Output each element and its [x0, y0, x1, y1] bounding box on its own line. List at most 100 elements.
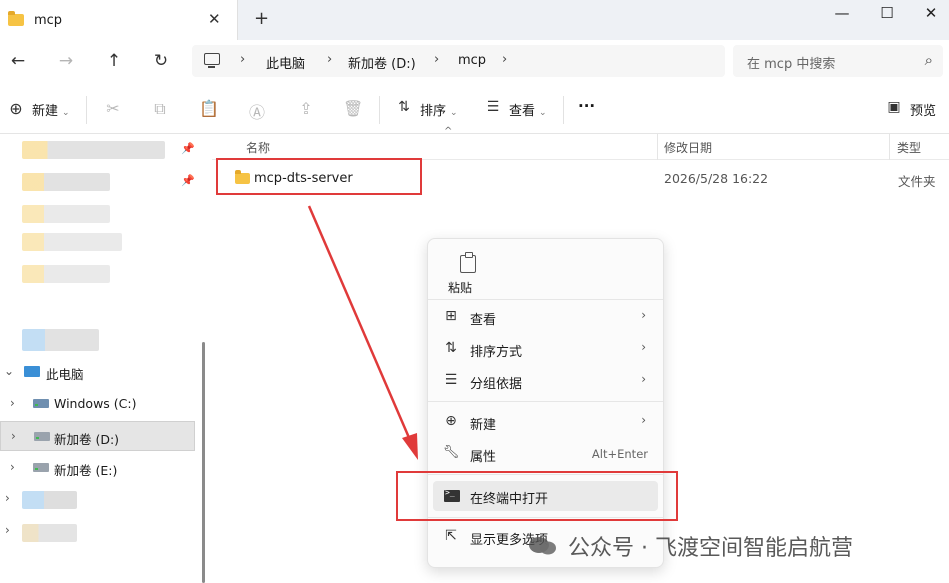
new-button[interactable]: 新建 ⌄: [32, 100, 70, 119]
chevron-right-icon: ›: [641, 413, 646, 427]
sidebar-item-drive-c[interactable]: › Windows (C:): [0, 389, 195, 419]
chevron-right-icon[interactable]: ›: [10, 396, 15, 410]
view-button[interactable]: 查看 ⌄: [509, 100, 547, 119]
column-header-type[interactable]: 类型: [897, 139, 921, 156]
plus-circle-icon: ⊕: [9, 99, 23, 118]
chevron-right-icon[interactable]: ›: [5, 523, 10, 537]
chevron-right-icon[interactable]: ›: [327, 52, 332, 67]
sidebar-item-label: 新加卷 (E:): [54, 463, 118, 478]
sort-button[interactable]: 排序 ⌄: [420, 100, 458, 119]
sidebar-scrollbar[interactable]: [202, 342, 205, 583]
maximize-button[interactable]: ☐: [877, 4, 897, 22]
paste-menu-button[interactable]: 粘贴: [436, 243, 486, 297]
drive-icon: [33, 463, 49, 472]
navigation-bar: ← → ↑ ↻ › 此电脑 › 新加卷 (D:) › mcp › 在 mcp 中…: [0, 40, 949, 84]
menu-item-new[interactable]: ⊕ 新建 ›: [433, 407, 658, 437]
blurred-nav-item[interactable]: [22, 491, 77, 509]
search-icon: ⌕: [924, 51, 933, 69]
blurred-nav-item[interactable]: [22, 524, 77, 542]
chevron-down-icon: ⌄: [62, 108, 70, 118]
minimize-button[interactable]: —: [832, 4, 852, 22]
column-header-row: 名称 修改日期 类型: [212, 134, 949, 160]
close-window-button[interactable]: ✕: [921, 4, 941, 22]
paste-icon: [460, 252, 476, 273]
blurred-quick-access-item[interactable]: [22, 265, 110, 283]
computer-icon: [204, 53, 220, 68]
chevron-right-icon[interactable]: ›: [502, 52, 507, 67]
paste-label: 粘贴: [448, 281, 473, 295]
divider: [86, 96, 87, 124]
blurred-quick-access-item[interactable]: [22, 141, 165, 159]
blurred-quick-access-item[interactable]: [22, 233, 122, 251]
sort-label: 排序: [420, 104, 447, 119]
cut-icon[interactable]: ✂: [103, 99, 123, 118]
share-icon[interactable]: ⇪: [296, 99, 316, 118]
menu-item-group-by[interactable]: ☰ 分组依据 ›: [433, 366, 658, 396]
tab-title: mcp: [34, 13, 63, 28]
search-box[interactable]: 在 mcp 中搜索 ⌕: [733, 45, 943, 77]
chevron-right-icon[interactable]: ›: [5, 491, 10, 505]
view-label: 查看: [509, 104, 536, 119]
rename-icon[interactable]: Ⓐ: [247, 99, 267, 123]
breadcrumb-this-pc[interactable]: 此电脑: [266, 53, 305, 72]
menu-item-view[interactable]: ⊞ 查看 ›: [433, 302, 658, 332]
refresh-button[interactable]: ↻: [150, 51, 172, 71]
sidebar-item-this-pc[interactable]: ⌄ 此电脑: [0, 357, 195, 387]
preview-button[interactable]: 预览: [910, 100, 936, 119]
sort-icon: ⇅: [398, 99, 410, 115]
chevron-right-icon[interactable]: ›: [240, 52, 245, 67]
computer-icon: [24, 366, 40, 377]
menu-separator: [428, 299, 663, 300]
sort-icon: ⇅: [445, 340, 457, 356]
column-divider[interactable]: [889, 134, 890, 160]
new-label: 新建: [32, 104, 59, 119]
menu-item-sort-by[interactable]: ⇅ 排序方式 ›: [433, 334, 658, 364]
file-type: 文件夹: [898, 174, 936, 189]
more-button[interactable]: ···: [578, 97, 595, 115]
chevron-right-icon: ›: [641, 372, 646, 386]
blurred-quick-access-item[interactable]: [22, 205, 110, 223]
column-header-modified[interactable]: 修改日期: [664, 139, 712, 156]
chevron-right-icon[interactable]: ›: [10, 460, 15, 474]
sidebar-item-drive-e[interactable]: › 新加卷 (E:): [0, 453, 195, 483]
breadcrumb-drive-d[interactable]: 新加卷 (D:): [348, 53, 416, 72]
highlight-box-folder: [216, 158, 422, 195]
chevron-down-icon: ⌄: [539, 108, 547, 118]
menu-item-label: 属性: [470, 450, 497, 465]
chevron-right-icon[interactable]: ›: [11, 429, 16, 443]
tab-close-icon[interactable]: ✕: [208, 10, 221, 28]
column-divider[interactable]: [657, 134, 658, 160]
new-tab-button[interactable]: +: [254, 8, 269, 29]
navigation-pane: 📌 📌 ⌄ 此电脑 › Windows (C:) › 新加卷 (D:) › 新加…: [0, 134, 200, 583]
preview-pane-icon: ▣: [887, 99, 901, 115]
menu-separator: [428, 401, 663, 402]
search-input[interactable]: 在 mcp 中搜索: [747, 53, 835, 72]
forward-button[interactable]: →: [55, 51, 77, 71]
breadcrumb-mcp[interactable]: mcp: [458, 53, 486, 68]
drive-icon: [34, 432, 50, 441]
menu-item-label: 新建: [470, 418, 497, 433]
address-bar[interactable]: › 此电脑 › 新加卷 (D:) › mcp ›: [192, 45, 725, 77]
copy-icon[interactable]: ⧉: [150, 99, 170, 119]
blurred-quick-access-item[interactable]: [22, 173, 110, 191]
paste-icon[interactable]: 📋: [199, 99, 219, 118]
sidebar-item-drive-d[interactable]: › 新加卷 (D:): [0, 421, 195, 451]
up-button[interactable]: ↑: [103, 51, 125, 71]
more-options-icon: ⇱: [445, 528, 457, 544]
chevron-down-icon[interactable]: ⌄: [4, 364, 14, 378]
chevron-right-icon[interactable]: ›: [434, 52, 439, 67]
chevron-right-icon: ›: [641, 308, 646, 322]
chevron-down-icon: ⌄: [450, 108, 458, 118]
view-grid-icon: ⊞: [445, 308, 457, 324]
delete-icon[interactable]: 🗑: [343, 99, 363, 118]
wechat-logo-icon: [529, 537, 556, 555]
tab-mcp[interactable]: mcp ✕: [0, 0, 238, 40]
shortcut-text: Alt+Enter: [591, 447, 648, 461]
blurred-nav-item[interactable]: [22, 329, 99, 351]
back-button[interactable]: ←: [7, 51, 29, 71]
menu-item-properties[interactable]: 🔧︎ 属性 Alt+Enter: [433, 439, 658, 469]
pin-icon: 📌: [181, 142, 195, 155]
watermark-text: 公众号 · 飞渡空间智能启航营: [568, 536, 853, 561]
file-modified: 2026/5/28 16:22: [664, 171, 769, 186]
column-header-name[interactable]: 名称: [246, 139, 270, 156]
